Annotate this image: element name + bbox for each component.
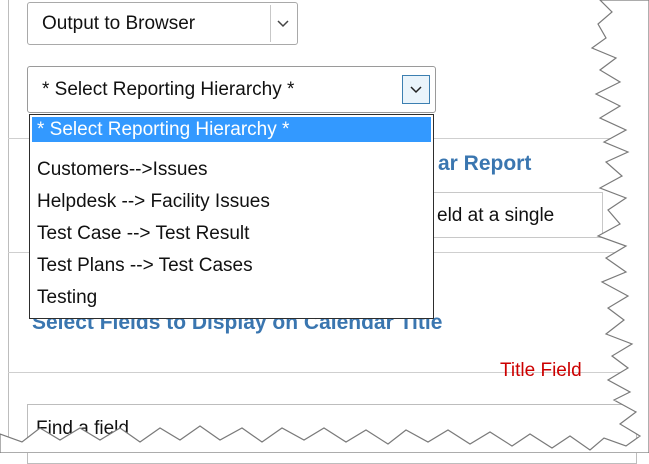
torn-edge: [0, 0, 649, 453]
screenshot-stage: Output to Browser * Select Reporting Hie…: [0, 0, 649, 464]
